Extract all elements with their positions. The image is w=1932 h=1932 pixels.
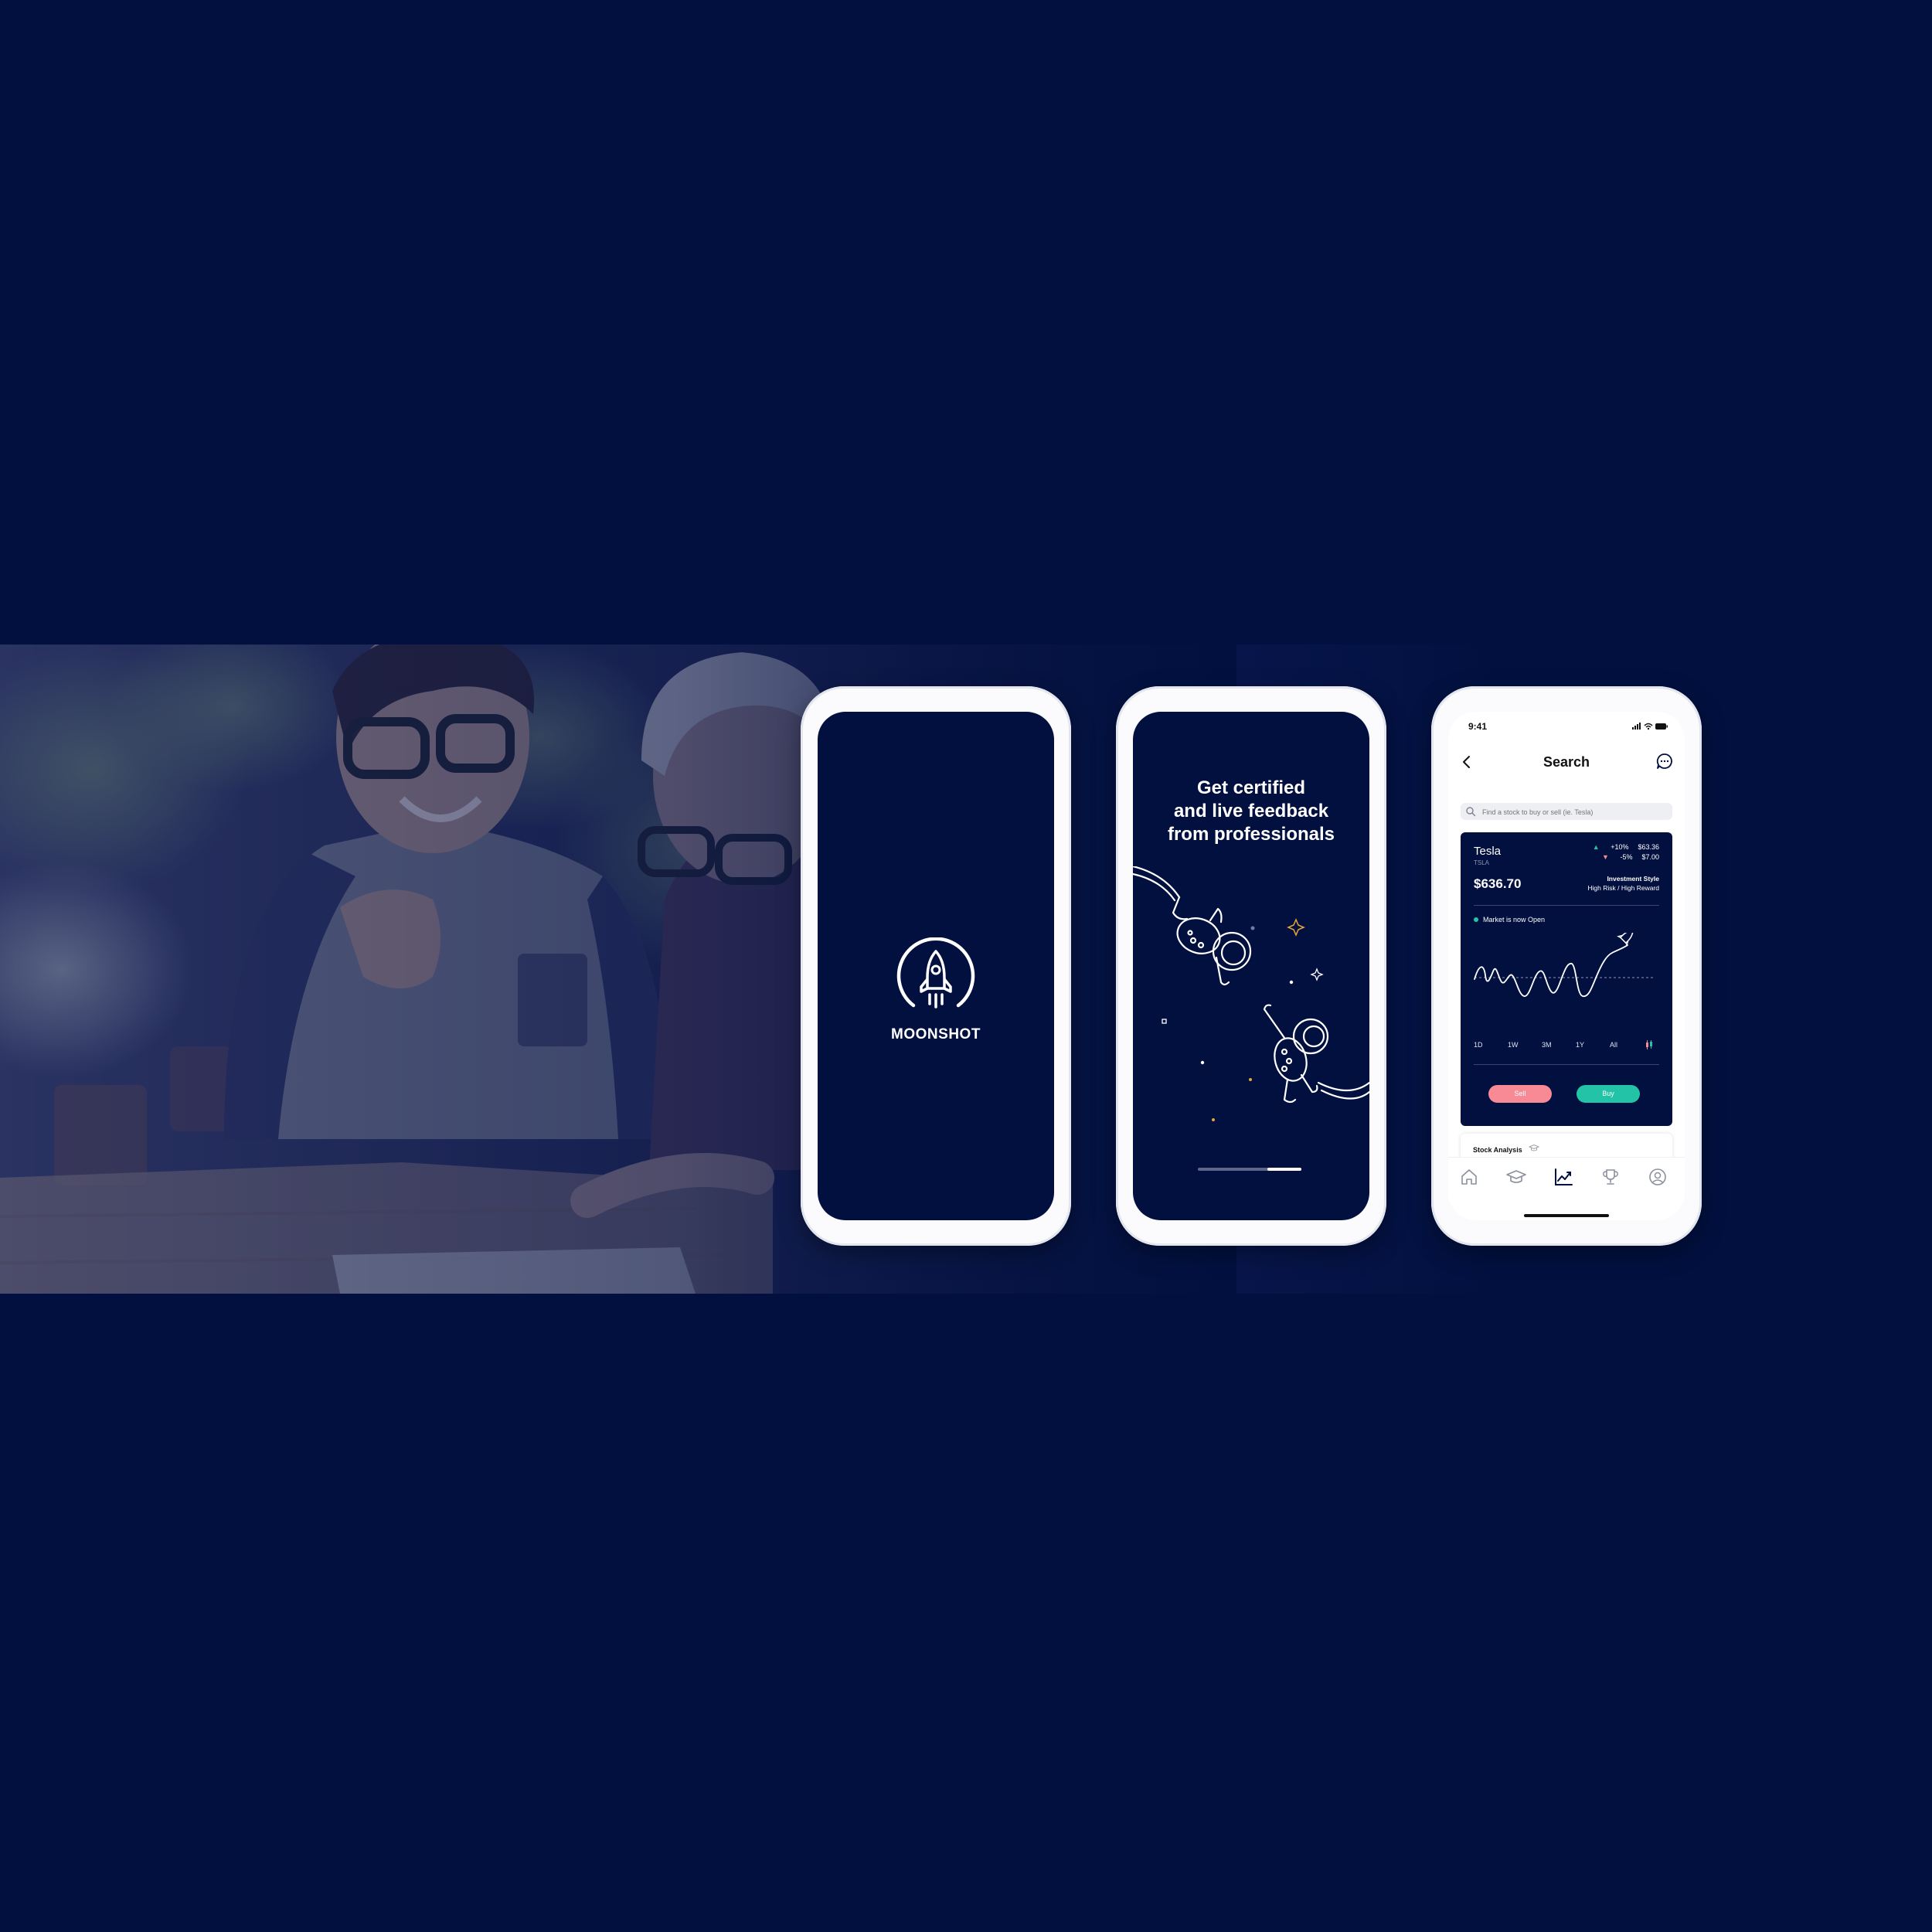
- onboarding-screen: Get certified and live feedback from pro…: [1133, 712, 1369, 1220]
- bottom-tab-bar: [1448, 1157, 1685, 1220]
- investment-style-value: High Risk / High Reward: [1587, 884, 1659, 892]
- phone-splash: MOONSHOT: [801, 686, 1071, 1246]
- title-line-1: Get certified: [1196, 777, 1306, 798]
- onboarding-progress: [1198, 1168, 1301, 1171]
- title-line-2: and live feedback: [1173, 801, 1329, 821]
- brand-name: MOONSHOT: [891, 1026, 981, 1043]
- up-triangle-icon: ▲: [1592, 843, 1600, 851]
- graduation-cap-icon[interactable]: [1505, 1165, 1528, 1189]
- stock-ticker: TSLA: [1474, 859, 1490, 866]
- price-chart: [1474, 933, 1654, 997]
- market-status: Market is now Open: [1474, 916, 1545, 923]
- trophy-icon[interactable]: [1599, 1165, 1622, 1189]
- search-screen: 9:41 Search Tesla TSLA $636.70: [1448, 712, 1685, 1220]
- profile-icon[interactable]: [1646, 1165, 1669, 1189]
- title-line-3: from professionals: [1167, 824, 1335, 845]
- onboarding-title: Get certified and live feedback from pro…: [1133, 777, 1369, 846]
- up-percent: +10%: [1611, 843, 1629, 851]
- down-triangle-icon: ▼: [1601, 853, 1609, 861]
- stock-analysis-label: Stock Analysis: [1473, 1146, 1522, 1154]
- range-all[interactable]: All: [1610, 1041, 1617, 1049]
- range-1w[interactable]: 1W: [1508, 1041, 1519, 1049]
- splash-screen: MOONSHOT: [818, 712, 1054, 1220]
- status-time: 9:41: [1468, 721, 1488, 732]
- phone-onboarding: Get certified and live feedback from pro…: [1116, 686, 1386, 1246]
- search-input[interactable]: [1481, 805, 1654, 819]
- buy-button[interactable]: Buy: [1577, 1085, 1640, 1103]
- phone-search: 9:41 Search Tesla TSLA $636.70: [1431, 686, 1702, 1246]
- chart-trend-icon[interactable]: [1552, 1165, 1575, 1189]
- down-percent: -5%: [1620, 853, 1633, 861]
- investment-style: Investment Style High Risk / High Reward: [1587, 874, 1659, 893]
- stock-price: $636.70: [1474, 876, 1522, 891]
- stock-card[interactable]: Tesla TSLA $636.70 ▲ +10% $63.36 ▼ -5% $…: [1461, 832, 1672, 1126]
- home-icon[interactable]: [1458, 1165, 1481, 1189]
- down-value: $7.00: [1641, 853, 1659, 861]
- investment-style-title: Investment Style: [1607, 875, 1659, 883]
- home-indicator: [1524, 1214, 1609, 1217]
- card-divider: [1474, 905, 1659, 906]
- moonshot-logo: MOONSHOT: [818, 937, 1054, 1043]
- up-value: $63.36: [1638, 843, 1659, 851]
- rocket-icon: [1617, 933, 1634, 947]
- status-dot: [1474, 917, 1478, 922]
- stock-name: Tesla: [1474, 845, 1502, 858]
- card-divider-bottom: [1474, 1064, 1659, 1065]
- price-changes: ▲ +10% $63.36 ▼ -5% $7.00: [1590, 842, 1659, 862]
- market-status-text: Market is now Open: [1483, 916, 1546, 923]
- astronauts-illustration: [1133, 866, 1369, 1121]
- progress-fill: [1267, 1168, 1301, 1171]
- search-icon: [1466, 807, 1476, 817]
- page-title: Search: [1543, 754, 1590, 770]
- sell-button[interactable]: Sell: [1488, 1085, 1552, 1103]
- rocket-logo-icon: [896, 937, 975, 1009]
- range-1d[interactable]: 1D: [1474, 1041, 1483, 1049]
- range-1y[interactable]: 1Y: [1576, 1041, 1584, 1049]
- candlestick-icon[interactable]: [1645, 1040, 1653, 1049]
- status-icons: [1632, 723, 1668, 730]
- graduation-cap-icon: [1529, 1145, 1539, 1151]
- range-3m[interactable]: 3M: [1542, 1041, 1552, 1049]
- search-field[interactable]: [1461, 803, 1672, 820]
- chat-bubble-icon[interactable]: [1655, 752, 1674, 770]
